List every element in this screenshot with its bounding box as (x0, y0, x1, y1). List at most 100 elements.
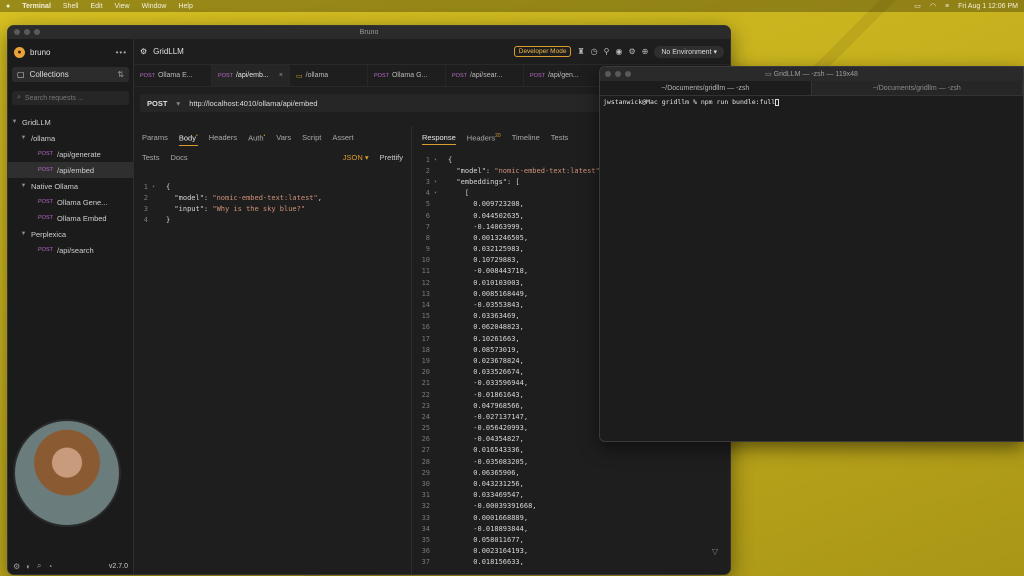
tree-item-ollama-generate[interactable]: POST Ollama Gene... (8, 194, 133, 210)
search-requests-input[interactable]: ⌕ Search requests ... (12, 91, 129, 105)
inspect-icon[interactable]: ⌕ (37, 561, 41, 571)
tab-headers[interactable]: Headers (209, 133, 237, 146)
code-line: 33 0.0001668889, (421, 513, 529, 522)
tab-assert[interactable]: Assert (332, 133, 353, 146)
version-label: v2.7.0 (108, 562, 128, 570)
folder-icon: ▭ (296, 72, 303, 80)
body-mode-dropdown[interactable]: JSON ▾ (343, 153, 369, 162)
close-window-button[interactable] (605, 71, 611, 77)
wifi-icon[interactable]: ◠ (930, 2, 936, 10)
sidebar-header: ● bruno ••• (8, 39, 133, 65)
settings-icon[interactable]: ⚙ (13, 562, 20, 571)
chevron-down-icon: ▼ (20, 135, 27, 141)
prettify-button[interactable]: Prettify (380, 153, 403, 162)
tab-timeline[interactable]: Timeline (512, 133, 540, 145)
code-line: 32 -0.00039391668, (421, 502, 537, 511)
zoom-window-button[interactable] (625, 71, 631, 77)
close-tab-icon[interactable]: × (279, 72, 283, 79)
more-options-icon[interactable]: ••• (116, 48, 127, 57)
tree-item-perplexica[interactable]: ▼ Perplexica (8, 226, 133, 242)
tab-api-embed[interactable]: POST /api/emb... × (212, 65, 290, 86)
minimize-window-button[interactable] (615, 71, 621, 77)
terminal-output[interactable]: jwstanwick@Mac gridllm % npm run bundle:… (600, 96, 1023, 108)
tab-response[interactable]: Response (422, 133, 456, 145)
menubar-item-help[interactable]: Help (178, 3, 192, 10)
tab-label: /api/emb... (235, 72, 269, 79)
menubar-item-view[interactable]: View (115, 3, 130, 10)
chevron-down-icon[interactable]: ▾ (176, 99, 180, 108)
battery-icon[interactable]: ▭ (914, 2, 921, 10)
zoom-window-button[interactable] (34, 29, 40, 35)
tree-item-gridllm[interactable]: ▼ GridLLM (8, 114, 133, 130)
cursor (775, 98, 780, 106)
clock-icon[interactable]: ◷ (591, 47, 598, 56)
terminal-title-text: GridLLM — -zsh — 119x48 (773, 71, 858, 78)
request-body-editor[interactable]: 1 ▾{ 2 "model": "nomic-embed-text:latest"… (134, 181, 411, 574)
method-badge: POST (530, 72, 545, 79)
bruno-logo-icon: ● (14, 46, 25, 58)
terminal-tab-1[interactable]: ~/Documents/gridllm — -zsh (600, 81, 812, 95)
chevron-down-icon: ▼ (20, 183, 27, 189)
tree-item-ollama-embed[interactable]: POST Ollama Embed (8, 210, 133, 226)
tree-item-ollama-folder[interactable]: ▼ /ollama (8, 130, 133, 146)
tab-ollama-generate[interactable]: POST Ollama G... (368, 65, 446, 86)
close-window-button[interactable] (14, 29, 20, 35)
tab-body[interactable]: Body• (178, 133, 198, 146)
sort-icon[interactable]: ⇅ (117, 70, 124, 79)
runner-icon[interactable]: ⚲ (604, 47, 610, 56)
tab-vars[interactable]: Vars (276, 133, 291, 146)
folder-icon: ▭ (765, 71, 774, 78)
bell-icon[interactable]: ◔ (48, 562, 53, 571)
code-line: 34 -0.018893844, (421, 524, 529, 533)
security-icon[interactable]: ♜ (577, 47, 584, 56)
terminal-window: ▭ GridLLM — -zsh — 119x48 ~/Documents/gr… (599, 66, 1024, 442)
developer-mode-button[interactable]: Developer Mode (513, 46, 572, 57)
method-badge: POST (38, 167, 53, 173)
control-center-icon[interactable]: ≡ (945, 3, 949, 10)
environment-label: No Environment (661, 48, 712, 56)
collection-settings-icon[interactable]: ⚙ (140, 47, 147, 56)
tab-api-search[interactable]: POST /api/sear... (446, 65, 524, 86)
menubar-clock[interactable]: Fri Aug 1 12:06 PM (958, 3, 1018, 10)
tab-label: Ollama G... (391, 72, 428, 79)
terminal-tab-2[interactable]: ~/Documents/gridllm — -zsh (812, 81, 1023, 95)
tab-api-generate[interactable]: POST /api/gen... (524, 65, 602, 86)
tab-params[interactable]: Params (142, 133, 168, 146)
url-input[interactable]: http://localhost:4010/ollama/api/embed (189, 99, 317, 108)
tree-item-api-generate[interactable]: POST /api/generate (8, 146, 133, 162)
tab-ollama-embed[interactable]: POST Ollama E... (134, 65, 212, 86)
terminal-command: jwstanwick@Mac gridllm % npm run bundle:… (603, 98, 776, 106)
tree-item-api-embed[interactable]: POST /api/embed (8, 162, 133, 178)
menubar-app-name[interactable]: Terminal (22, 3, 51, 10)
globe-icon[interactable]: ⊕ (642, 47, 649, 56)
tree-item-api-search[interactable]: POST /api/search (8, 242, 133, 258)
eye-icon[interactable]: ◉ (615, 47, 622, 56)
menubar-item-edit[interactable]: Edit (90, 3, 102, 10)
filter-icon[interactable]: ▽ (712, 547, 718, 556)
tab-label: /ollama (305, 72, 329, 79)
tree-item-native-ollama[interactable]: ▼ Native Ollama (8, 178, 133, 194)
tab-response-tests[interactable]: Tests (551, 133, 569, 145)
tab-auth[interactable]: Auth• (248, 133, 265, 146)
gear-icon[interactable]: ⚙ (628, 47, 635, 56)
tab-docs[interactable]: Docs (171, 153, 188, 162)
menubar-item-window[interactable]: Window (142, 3, 167, 10)
method-badge: POST (218, 72, 233, 79)
terminal-tabs: ~/Documents/gridllm — -zsh ~/Documents/g… (600, 81, 1023, 96)
chevron-down-icon: ▼ (20, 231, 27, 237)
tab-tests[interactable]: Tests (142, 153, 160, 162)
code-line: 30 0.043231256, (421, 480, 524, 489)
environment-dropdown[interactable]: No Environment ▾ (654, 45, 724, 58)
method-select[interactable]: POST (147, 99, 167, 108)
menubar-item-shell[interactable]: Shell (63, 3, 79, 10)
tab-ollama-folder[interactable]: ▭ /ollama (290, 65, 368, 86)
tab-response-headers[interactable]: Headers20 (467, 133, 501, 145)
collection-tree: ▼ GridLLM ▼ /ollama POST /api/generate P… (8, 114, 133, 258)
tree-item-label: /api/search (56, 245, 94, 255)
collections-button[interactable]: ▢ Collections ⇅ (12, 67, 129, 82)
tab-script[interactable]: Script (302, 133, 321, 146)
theme-icon[interactable]: ◐ (26, 562, 31, 571)
apple-icon[interactable]: ● (6, 3, 10, 10)
minimize-window-button[interactable] (24, 29, 30, 35)
tab-label: /api/gen... (547, 72, 579, 79)
